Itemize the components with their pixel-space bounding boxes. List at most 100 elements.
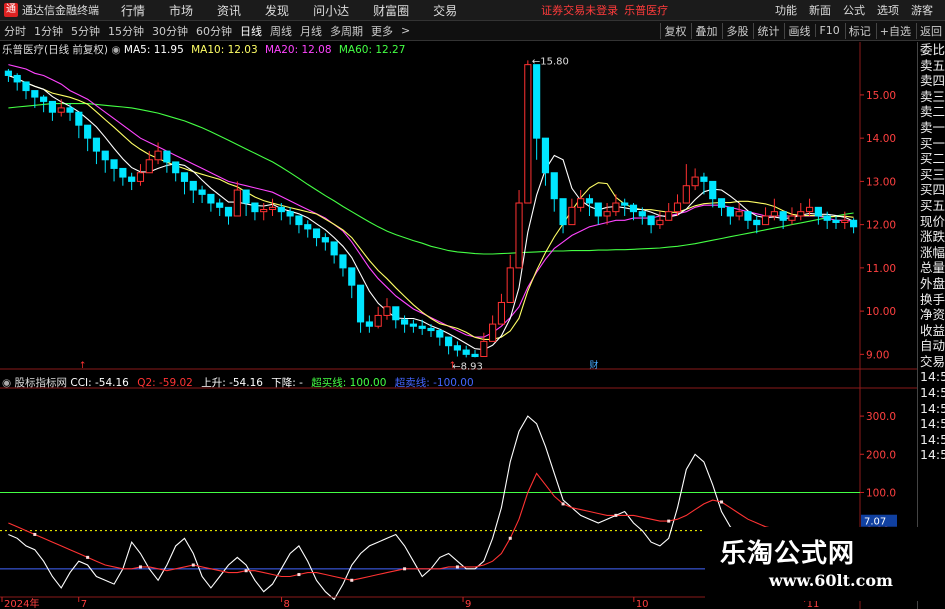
period-multi[interactable]: 多周期: [326, 23, 367, 39]
quote-label-12: 涨跌: [920, 229, 945, 245]
quote-label-17: 净资: [920, 307, 945, 323]
stock-link[interactable]: 乐普医疗: [624, 2, 668, 18]
back-button[interactable]: 返回: [916, 22, 945, 39]
menu-item-news[interactable]: 资讯: [217, 2, 241, 19]
candle-body: [629, 204, 638, 213]
mark-button[interactable]: 标记: [844, 22, 874, 39]
candle-body: [682, 185, 690, 204]
user-guest[interactable]: 游客: [911, 2, 933, 18]
candle-body: [172, 161, 180, 174]
f10-button[interactable]: F10: [815, 24, 842, 37]
q2-point: [614, 513, 618, 517]
candle-body: [295, 215, 303, 226]
candle-body: [401, 319, 409, 325]
overlay-button[interactable]: 叠加: [691, 22, 720, 39]
candle-body: [735, 211, 743, 217]
candle-body: [304, 224, 312, 230]
stats-button[interactable]: 统计: [753, 22, 782, 39]
candle-body: [805, 206, 814, 213]
menu-item-discover[interactable]: 发现: [265, 2, 289, 19]
menu-item-ask[interactable]: 问小达: [313, 2, 349, 19]
quote-label-14: 总量: [920, 260, 945, 276]
period-monthly[interactable]: 月线: [296, 23, 326, 39]
candle-body: [260, 209, 268, 213]
menu-item-markets[interactable]: 市场: [169, 2, 193, 19]
chart-area[interactable]: 9.00 10.00 11.00 12.00 13.00 14.00 15.00 ←15.80…: [0, 42, 917, 609]
candle-body: [471, 353, 479, 358]
ma20-line: [8, 64, 854, 338]
menu-item-market[interactable]: 行情: [121, 2, 145, 19]
period-toolbar: 分时 1分钟 5分钟 15分钟 30分钟 60分钟 日线 周线 月线 多周期 更…: [0, 21, 945, 41]
candle-body: [128, 176, 136, 182]
candle-body: [286, 211, 294, 217]
period-60min[interactable]: 60分钟: [192, 23, 236, 39]
quote-label-26: 14:50: [920, 447, 945, 463]
low-annotation: ←8.93: [452, 361, 483, 372]
period-weekly[interactable]: 周线: [266, 23, 296, 39]
chevron-right-icon[interactable]: >: [397, 24, 414, 37]
menu-formula[interactable]: 公式: [843, 2, 865, 18]
q2-point: [297, 573, 301, 577]
period-5min[interactable]: 5分钟: [67, 23, 104, 39]
candle-body: [392, 306, 400, 321]
candle-body: [603, 211, 611, 217]
quote-label-11: 现价: [920, 213, 945, 229]
candle-body: [330, 241, 338, 256]
candle-body: [691, 176, 699, 187]
candle-body: [462, 349, 470, 355]
candle-body: [216, 202, 224, 208]
adjust-button[interactable]: 复权: [660, 22, 689, 39]
candle-body: [656, 219, 664, 226]
q2-point: [508, 536, 512, 540]
title-bar: 通 通达信金融终端 行情 市场 资讯 发现 问小达 财富圈 交易 证券交易未登录…: [0, 0, 945, 21]
candle-body: [13, 74, 21, 83]
candle-body: [717, 198, 726, 208]
period-timeshare[interactable]: 分时: [0, 23, 30, 39]
menu-item-trade[interactable]: 交易: [433, 2, 457, 19]
date-label: 7: [81, 599, 87, 609]
quote-label-21: 14:50: [920, 369, 945, 385]
event-marker: ↑: [79, 361, 87, 371]
quote-label-9: 买四: [920, 182, 945, 198]
q2-point: [561, 502, 565, 506]
quote-label-24: 14:50: [920, 416, 945, 432]
price-tick-label: 10.00: [866, 306, 896, 318]
quote-label-19: 自动: [920, 338, 945, 354]
candle-body: [22, 81, 30, 92]
candle-body: [841, 219, 849, 223]
menu-functions[interactable]: 功能: [775, 2, 797, 18]
candle-body: [489, 323, 497, 342]
q2-point: [86, 555, 90, 559]
candle-body: [339, 254, 347, 269]
price-tick-label: 14.00: [866, 133, 896, 145]
menu-new-page[interactable]: 新面: [809, 2, 831, 18]
draw-line-button[interactable]: 画线: [784, 22, 813, 39]
add-watchlist-button[interactable]: +自选: [875, 22, 914, 39]
candle-body: [541, 137, 550, 174]
candle-body: [594, 202, 602, 217]
quote-label-25: 14:50: [920, 431, 945, 447]
quote-label-4: 卖二: [920, 104, 945, 120]
candle-body: [436, 330, 444, 338]
candle-body: [647, 215, 655, 226]
quote-label-2: 卖四: [920, 73, 945, 89]
candle-body: [383, 306, 391, 316]
candle-body: [779, 211, 787, 221]
menu-item-wealth[interactable]: 财富圈: [373, 2, 409, 19]
period-more[interactable]: 更多: [367, 23, 397, 39]
period-30min[interactable]: 30分钟: [148, 23, 192, 39]
login-notice[interactable]: 证券交易未登录: [541, 2, 618, 18]
menu-options[interactable]: 选项: [877, 2, 899, 18]
q2-point: [191, 563, 195, 567]
candle-body: [101, 150, 109, 161]
candle-body: [533, 64, 541, 139]
candle-body: [665, 211, 673, 221]
period-15min[interactable]: 15分钟: [104, 23, 148, 39]
candle-body: [180, 172, 189, 182]
multi-stock-button[interactable]: 多股: [722, 22, 751, 39]
q2-point: [244, 569, 248, 573]
period-daily[interactable]: 日线: [236, 23, 266, 39]
candle-body: [365, 321, 373, 327]
period-1min[interactable]: 1分钟: [30, 23, 67, 39]
candle-body: [348, 267, 356, 286]
